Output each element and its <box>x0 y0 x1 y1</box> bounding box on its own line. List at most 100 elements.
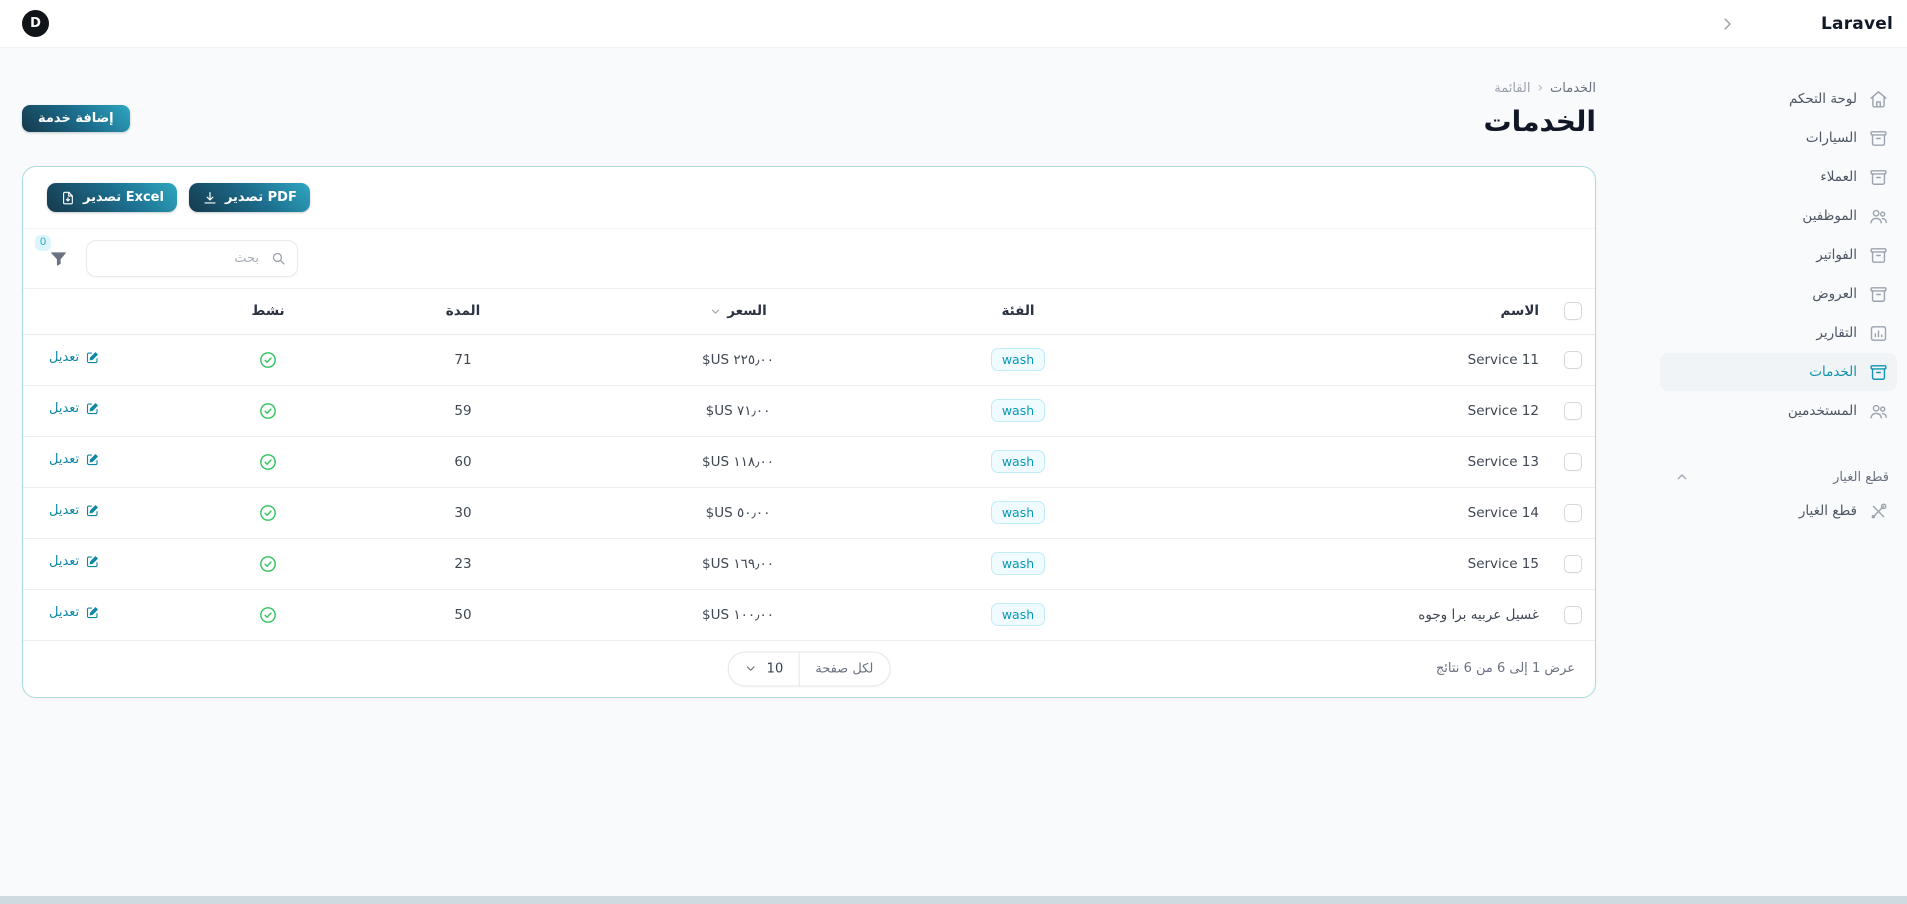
chevron-up-icon <box>1674 469 1690 485</box>
service-duration: 71 <box>343 334 583 386</box>
service-duration: 30 <box>343 487 583 539</box>
users-icon <box>1868 206 1889 227</box>
category-badge: wash <box>990 501 1046 524</box>
export-pdf-label: تصدير PDF <box>224 190 297 205</box>
sidebar-item-spare-parts[interactable]: قطع الغيار <box>1660 492 1897 530</box>
service-duration: 50 <box>343 589 583 641</box>
breadcrumb-services-link[interactable]: الخدمات <box>1550 81 1596 96</box>
row-checkbox[interactable] <box>1564 503 1582 522</box>
archive-box-icon <box>1868 284 1889 305</box>
pencil-square-icon <box>85 452 100 467</box>
service-name: Service 13 <box>1143 436 1551 488</box>
service-duration: 59 <box>343 385 583 437</box>
user-avatar[interactable]: D <box>22 10 49 37</box>
category-badge: wash <box>990 450 1046 473</box>
row-checkbox[interactable] <box>1564 350 1582 369</box>
bar-chart-icon <box>1868 323 1889 344</box>
breadcrumb-current: القائمة <box>1494 80 1531 96</box>
page-title: الخدمات <box>1483 105 1596 138</box>
sidebar-item-label: الفواتير <box>1816 247 1857 263</box>
edit-link[interactable]: تعديل <box>49 350 100 365</box>
export-pdf-button[interactable]: تصدير PDF <box>188 183 310 212</box>
table-footer: عرض 1 إلى 6 من 6 نتائج لكل صفحة 10 <box>23 641 1595 697</box>
pencil-square-icon <box>85 350 100 365</box>
column-header-active: نشط <box>193 289 343 335</box>
pencil-square-icon <box>85 554 100 569</box>
sidebar-collapse-button[interactable] <box>1715 12 1739 36</box>
sidebar-item-dashboard[interactable]: لوحة التحكم <box>1660 80 1897 118</box>
page-titles: الخدمات ‹ القائمة الخدمات <box>1484 80 1596 138</box>
edit-link[interactable]: تعديل <box>49 605 100 620</box>
service-price: $US ١٠٠٫٠٠ <box>702 606 774 623</box>
topbar-main-section: D <box>0 10 1640 37</box>
sidebar-item-label: السيارات <box>1805 130 1857 146</box>
sidebar-item-label: لوحة التحكم <box>1788 91 1857 107</box>
search-input[interactable] <box>86 240 298 277</box>
chevron-left-icon: ‹ <box>1537 80 1544 96</box>
sidebar-item-invoices[interactable]: الفواتير <box>1660 236 1897 274</box>
sidebar-item-cars[interactable]: السيارات <box>1660 119 1897 157</box>
sidebar-item-clients[interactable]: العملاء <box>1660 158 1897 196</box>
sidebar-item-users[interactable]: المستخدمين <box>1660 392 1897 430</box>
topbar-right-section: Laravel <box>1640 12 1907 36</box>
archive-box-icon <box>1868 167 1889 188</box>
sidebar-group-spare-parts[interactable]: قطع الغيار <box>1660 462 1897 492</box>
sidebar-item-label: قطع الغيار <box>1798 503 1857 519</box>
service-duration: 23 <box>343 538 583 590</box>
document-download-icon <box>60 190 76 206</box>
pencil-square-icon <box>85 605 100 620</box>
column-header-price-sort[interactable]: السعر <box>709 303 767 319</box>
services-table: الاسم الفئة السعر المدة نشط Service 11 w… <box>23 289 1595 641</box>
archive-box-icon <box>1868 362 1889 383</box>
sidebar-item-label: العملاء <box>1820 169 1857 185</box>
sidebar: لوحة التحكم السيارات العملاء الموظفين ال… <box>1640 48 1907 896</box>
export-excel-button[interactable]: تصدير Excel <box>47 183 177 212</box>
table-row: Service 14 wash $US ٥٠٫٠٠ 30 تعديل <box>23 487 1595 539</box>
service-price: $US ١٦٩٫٠٠ <box>702 555 774 572</box>
service-price: $US ٧١٫٠٠ <box>705 402 771 419</box>
edit-link[interactable]: تعديل <box>49 452 100 467</box>
category-badge: wash <box>990 603 1046 626</box>
table-header-row: الاسم الفئة السعر المدة نشط <box>23 289 1595 335</box>
filter-button[interactable]: 0 <box>35 235 70 270</box>
main-content: الخدمات ‹ القائمة الخدمات إضافة خدمة تصد… <box>0 48 1640 896</box>
row-checkbox[interactable] <box>1564 605 1582 624</box>
table-row: Service 11 wash $US ٢٢٥٫٠٠ 71 تعديل <box>23 334 1595 386</box>
per-page-label: لكل صفحة <box>815 661 874 676</box>
service-name: Service 14 <box>1143 487 1551 539</box>
bottom-edge-strip <box>0 896 1907 904</box>
edit-link[interactable]: تعديل <box>49 401 100 416</box>
download-icon <box>202 190 218 206</box>
sidebar-item-label: الموظفين <box>1802 208 1857 224</box>
column-header-name: الاسم <box>1143 289 1551 335</box>
check-circle-icon <box>258 452 278 472</box>
pencil-square-icon <box>85 503 100 518</box>
per-page-select[interactable]: لكل صفحة 10 <box>727 651 891 686</box>
edit-link[interactable]: تعديل <box>49 554 100 569</box>
chevron-right-icon <box>1718 15 1736 33</box>
select-all-checkbox[interactable] <box>1564 302 1582 321</box>
sidebar-item-offers[interactable]: العروض <box>1660 275 1897 313</box>
add-service-button[interactable]: إضافة خدمة <box>22 105 130 132</box>
row-checkbox[interactable] <box>1564 554 1582 573</box>
sidebar-item-services[interactable]: الخدمات <box>1660 353 1897 391</box>
edit-link[interactable]: تعديل <box>49 503 100 518</box>
row-checkbox[interactable] <box>1564 452 1582 471</box>
wrench-screwdriver-icon <box>1868 501 1889 522</box>
brand-logo[interactable]: Laravel <box>1821 14 1893 34</box>
funnel-icon <box>49 249 68 268</box>
row-checkbox[interactable] <box>1564 401 1582 420</box>
sidebar-item-label: الخدمات <box>1809 364 1857 380</box>
service-price: $US ٢٢٥٫٠٠ <box>702 351 774 368</box>
sidebar-item-label: التقارير <box>1816 325 1857 341</box>
service-price: $US ١١٨٫٠٠ <box>702 453 774 470</box>
service-name: Service 12 <box>1143 385 1551 437</box>
sidebar-item-reports[interactable]: التقارير <box>1660 314 1897 352</box>
export-excel-label: تصدير Excel <box>83 190 164 205</box>
service-price: $US ٥٠٫٠٠ <box>705 504 771 521</box>
check-circle-icon <box>258 503 278 523</box>
table-row: Service 12 wash $US ٧١٫٠٠ 59 تعديل <box>23 385 1595 437</box>
check-circle-icon <box>258 401 278 421</box>
sidebar-group-label: قطع الغيار <box>1833 469 1889 485</box>
sidebar-item-employees[interactable]: الموظفين <box>1660 197 1897 235</box>
